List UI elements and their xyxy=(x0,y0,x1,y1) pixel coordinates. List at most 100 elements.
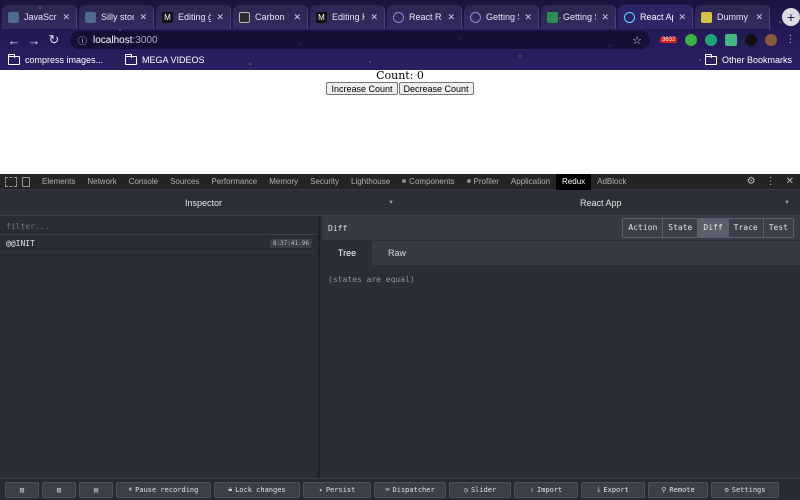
button-label: Import xyxy=(536,485,563,494)
pause-recording-button[interactable]: ⏸ Pause recording xyxy=(116,481,211,498)
tab-title: Editing gu xyxy=(178,12,211,22)
mode-test-button[interactable]: Test xyxy=(762,219,793,237)
tab-favicon-icon xyxy=(85,11,96,23)
tab-close-icon[interactable]: ✕ xyxy=(293,12,301,23)
browser-tab[interactable]: M Editing gu ✕ xyxy=(156,5,231,29)
extension-dark-icon[interactable] xyxy=(745,34,758,46)
gear-icon[interactable]: ⚙ xyxy=(747,176,756,187)
other-bookmarks[interactable]: Other Bookmarks xyxy=(704,53,792,65)
tab-raw[interactable]: Raw xyxy=(372,241,422,265)
tab-close-icon[interactable]: ✕ xyxy=(601,12,609,23)
devtools-tab-elements[interactable]: Elements xyxy=(36,174,81,190)
devtools-tab-network[interactable]: Network xyxy=(81,174,122,190)
settings-button[interactable]: ⚙ Settings xyxy=(711,481,779,498)
page-content: Count: 0 Increase Count Decrease Count xyxy=(0,70,800,174)
bookmark-item[interactable]: MEGA VIDEOS xyxy=(125,53,205,65)
browser-tab[interactable]: JavaScrip ✕ xyxy=(2,5,77,29)
close-icon[interactable]: ✕ xyxy=(786,176,794,187)
address-bar[interactable]: ⓘ localhost:3000 ☆ xyxy=(70,31,650,49)
devtools-tab-memory[interactable]: Memory xyxy=(263,174,304,190)
devtools-tab-application[interactable]: Application xyxy=(505,174,556,190)
menu-kebab-icon[interactable]: ⋮ xyxy=(785,34,795,46)
tab-title: JavaScrip xyxy=(24,12,57,22)
tab-favicon-icon xyxy=(393,11,404,23)
layout-bottom-button[interactable]: ▤ xyxy=(79,481,113,498)
browser-tab[interactable]: Carbon ✕ xyxy=(233,5,308,29)
new-tab-button[interactable]: + xyxy=(782,8,800,26)
device-toolbar-icon[interactable] xyxy=(22,176,30,187)
remote-button[interactable]: ⚲ Remote xyxy=(648,481,708,498)
action-list-pane: @@INIT 8:37:41.96 xyxy=(0,216,320,478)
bookmark-star-icon[interactable]: ☆ xyxy=(632,34,642,47)
devtools-tab-adblock[interactable]: AdBlock xyxy=(591,174,632,190)
decrease-count-button[interactable]: Decrease Count xyxy=(398,82,474,95)
tab-favicon-icon xyxy=(701,11,712,23)
browser-tab[interactable]: Getting S ✕ xyxy=(464,5,539,29)
tab-tree[interactable]: Tree xyxy=(322,241,372,265)
profile-avatar[interactable] xyxy=(765,34,778,46)
browser-tab[interactable]: React Re ✕ xyxy=(387,5,462,29)
action-list-item[interactable]: @@INIT 8:37:41.96 xyxy=(0,235,318,253)
devtools-tab-sources[interactable]: Sources xyxy=(164,174,205,190)
extension-vue-icon[interactable] xyxy=(725,34,738,46)
devtools-tab-console[interactable]: Console xyxy=(123,174,164,190)
bookmark-item[interactable]: compress images... xyxy=(8,53,103,65)
browser-tab[interactable]: M Editing H ✕ xyxy=(310,5,385,29)
mode-state-button[interactable]: State xyxy=(662,219,698,237)
increase-count-button[interactable]: Increase Count xyxy=(326,82,398,95)
mode-diff-button[interactable]: Diff xyxy=(697,219,728,237)
mode-switcher: Action State Diff Trace Test xyxy=(622,218,794,238)
slider-button[interactable]: ◷ Slider xyxy=(449,481,511,498)
layout-right-button[interactable]: ▥ xyxy=(42,481,76,498)
extension-badge[interactable]: 3632 xyxy=(660,37,678,43)
tab-close-icon[interactable]: ✕ xyxy=(62,12,70,23)
layout-left-button[interactable]: ▥ xyxy=(5,481,39,498)
lock-changes-button[interactable]: 🔒︎ Lock changes xyxy=(214,481,300,498)
mode-trace-button[interactable]: Trace xyxy=(727,219,763,237)
back-arrow-icon[interactable]: ← xyxy=(4,33,24,48)
tab-close-icon[interactable]: ✕ xyxy=(678,12,686,23)
persist-button[interactable]: ✦ Persist xyxy=(303,481,371,498)
browser-tab[interactable]: Getting S ✕ xyxy=(541,5,616,29)
tab-title: Editing H xyxy=(332,12,366,22)
tab-close-icon[interactable]: ✕ xyxy=(139,12,147,23)
devtools-tab-profiler[interactable]: Profiler xyxy=(461,174,505,190)
devtools-tab-security[interactable]: Security xyxy=(304,174,345,190)
devtools-tab-redux[interactable]: Redux xyxy=(556,173,592,190)
tab-close-icon[interactable]: ✕ xyxy=(755,12,763,23)
browser-tab[interactable]: Dummy I ✕ xyxy=(695,5,770,29)
react-devtools-icon xyxy=(466,179,471,184)
devtools-tab-components[interactable]: Components xyxy=(396,174,460,190)
export-button[interactable]: ⤓ Export xyxy=(581,481,645,498)
mode-action-button[interactable]: Action xyxy=(623,219,663,237)
filter-input[interactable] xyxy=(0,219,318,235)
url-host: localhost xyxy=(93,34,133,46)
button-label: Lock changes xyxy=(235,485,286,494)
tab-close-icon[interactable]: ✕ xyxy=(524,12,532,23)
tab-close-icon[interactable]: ✕ xyxy=(447,12,455,23)
pin-icon: ✦ xyxy=(318,485,323,494)
clock-icon: ◷ xyxy=(463,485,468,494)
button-label: Slider xyxy=(470,485,497,494)
browser-tab[interactable]: Silly stor ✕ xyxy=(79,5,154,29)
instance-select[interactable]: React App ▼ xyxy=(400,190,800,216)
extension-green-icon[interactable] xyxy=(685,34,698,46)
kebab-menu-icon[interactable]: ⋮ xyxy=(766,176,776,187)
import-button[interactable]: ⇪ Import xyxy=(514,481,578,498)
tab-favicon-icon xyxy=(8,11,19,23)
info-icon[interactable]: ⓘ xyxy=(78,34,87,47)
devtools-tab-performance[interactable]: Performance xyxy=(205,174,263,190)
inspector-monitor-select[interactable]: Inspector ▼ xyxy=(0,190,400,216)
devtools-tab-lighthouse[interactable]: Lighthouse xyxy=(345,174,396,190)
devtools-tab-profiler-label: Profiler xyxy=(473,176,499,186)
tab-close-icon[interactable]: ✕ xyxy=(370,12,378,23)
browser-tab-active[interactable]: React Ap ✕ xyxy=(618,5,693,29)
extension-grammar-icon[interactable] xyxy=(705,34,718,46)
dispatcher-button[interactable]: ⌨ Dispatcher xyxy=(374,481,446,498)
button-label: Export xyxy=(603,485,629,494)
forward-arrow-icon[interactable]: → xyxy=(24,33,44,48)
tab-close-icon[interactable]: ✕ xyxy=(216,12,224,23)
reload-icon[interactable]: ↻ xyxy=(44,32,64,48)
diff-title: Diff xyxy=(328,223,348,233)
inspect-element-icon[interactable] xyxy=(5,176,17,187)
